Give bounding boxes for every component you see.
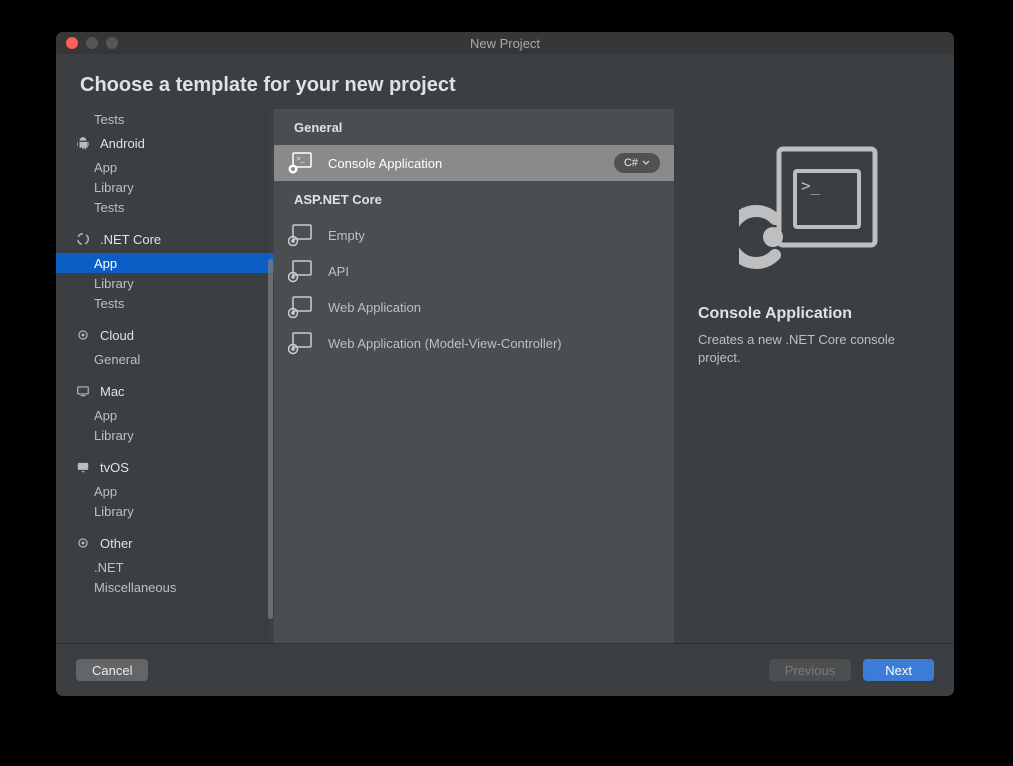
sidebar-item[interactable]: Library <box>56 425 274 445</box>
template-web-application[interactable]: Web Application <box>274 289 674 325</box>
cancel-button[interactable]: Cancel <box>76 659 148 681</box>
template-label: Console Application <box>328 156 600 171</box>
sidebar-item[interactable]: General <box>56 349 274 369</box>
sidebar-scrollbar[interactable] <box>268 259 273 619</box>
close-window-button[interactable] <box>66 37 78 49</box>
sidebar-group-android[interactable]: Android <box>56 129 274 157</box>
template-label: Web Application <box>328 300 660 315</box>
sidebar-group-tvos[interactable]: tvOS <box>56 453 274 481</box>
zoom-window-button[interactable] <box>106 37 118 49</box>
window-controls <box>66 37 118 49</box>
mac-icon <box>76 384 90 398</box>
sidebar-group-cloud[interactable]: Cloud <box>56 321 274 349</box>
sidebar-group-label: Cloud <box>100 328 134 343</box>
preview-console-icon: >_ <box>739 139 889 269</box>
sidebar-item[interactable]: Tests <box>56 197 274 217</box>
sidebar-item[interactable]: .NET <box>56 557 274 577</box>
page-heading: Choose a template for your new project <box>56 54 954 109</box>
template-api[interactable]: API <box>274 253 674 289</box>
other-icon <box>76 536 90 550</box>
sidebar-group-label: tvOS <box>100 460 129 475</box>
sidebar-item[interactable]: Library <box>56 273 274 293</box>
sidebar-item[interactable]: Library <box>56 177 274 197</box>
template-web-application-mvc[interactable]: Web Application (Model-View-Controller) <box>274 325 674 361</box>
sidebar-item[interactable]: App <box>56 481 274 501</box>
aspnet-icon <box>288 330 314 356</box>
main-area: Tests Android App Library Tests .NET Cor… <box>56 109 954 643</box>
template-label: Web Application (Model-View-Controller) <box>328 336 660 351</box>
sidebar-item-app[interactable]: App <box>56 253 274 273</box>
sidebar-item[interactable]: App <box>56 157 274 177</box>
new-project-window: New Project Choose a template for your n… <box>56 32 954 696</box>
language-label: C# <box>624 157 638 169</box>
minimize-window-button[interactable] <box>86 37 98 49</box>
svg-text:>_: >_ <box>297 156 305 163</box>
dotnet-core-icon <box>76 232 90 246</box>
sidebar-group-other[interactable]: Other <box>56 529 274 557</box>
sidebar-group-label: Other <box>100 536 133 551</box>
sidebar-group-label: Android <box>100 136 145 151</box>
aspnet-icon <box>288 294 314 320</box>
android-icon <box>76 136 90 150</box>
sidebar-group-dotnetcore[interactable]: .NET Core <box>56 225 274 253</box>
sidebar-group-label: .NET Core <box>100 232 161 247</box>
template-label: API <box>328 264 660 279</box>
sidebar-group-label: Mac <box>100 384 125 399</box>
category-sidebar: Tests Android App Library Tests .NET Cor… <box>56 109 274 643</box>
template-list: General >_ Console Application C# ASP.NE… <box>274 109 674 643</box>
titlebar: New Project <box>56 32 954 54</box>
tvos-icon <box>76 460 90 474</box>
sidebar-item[interactable]: Library <box>56 501 274 521</box>
preview-description: Creates a new .NET Core console project. <box>674 331 954 367</box>
sidebar-group-mac[interactable]: Mac <box>56 377 274 405</box>
template-section-general: General <box>274 109 674 145</box>
aspnet-icon <box>288 258 314 284</box>
sidebar-item[interactable]: App <box>56 405 274 425</box>
template-label: Empty <box>328 228 660 243</box>
next-button[interactable]: Next <box>863 659 934 681</box>
previous-button[interactable]: Previous <box>769 659 852 681</box>
chevron-down-icon <box>642 159 650 167</box>
aspnet-icon <box>288 222 314 248</box>
template-section-aspnet: ASP.NET Core <box>274 181 674 217</box>
console-icon: >_ <box>288 150 314 176</box>
footer: Cancel Previous Next <box>56 643 954 696</box>
sidebar-item[interactable]: Tests <box>56 109 274 129</box>
window-title: New Project <box>56 36 954 51</box>
cloud-icon <box>76 328 90 342</box>
sidebar-item[interactable]: Miscellaneous <box>56 577 274 597</box>
template-empty[interactable]: Empty <box>274 217 674 253</box>
preview-title: Console Application <box>674 305 852 323</box>
sidebar-item[interactable]: Tests <box>56 293 274 313</box>
template-console-application[interactable]: >_ Console Application C# <box>274 145 674 181</box>
svg-text:>_: >_ <box>801 176 821 195</box>
language-selector[interactable]: C# <box>614 153 660 173</box>
template-preview: >_ Console Application Creates a new .NE… <box>674 109 954 643</box>
